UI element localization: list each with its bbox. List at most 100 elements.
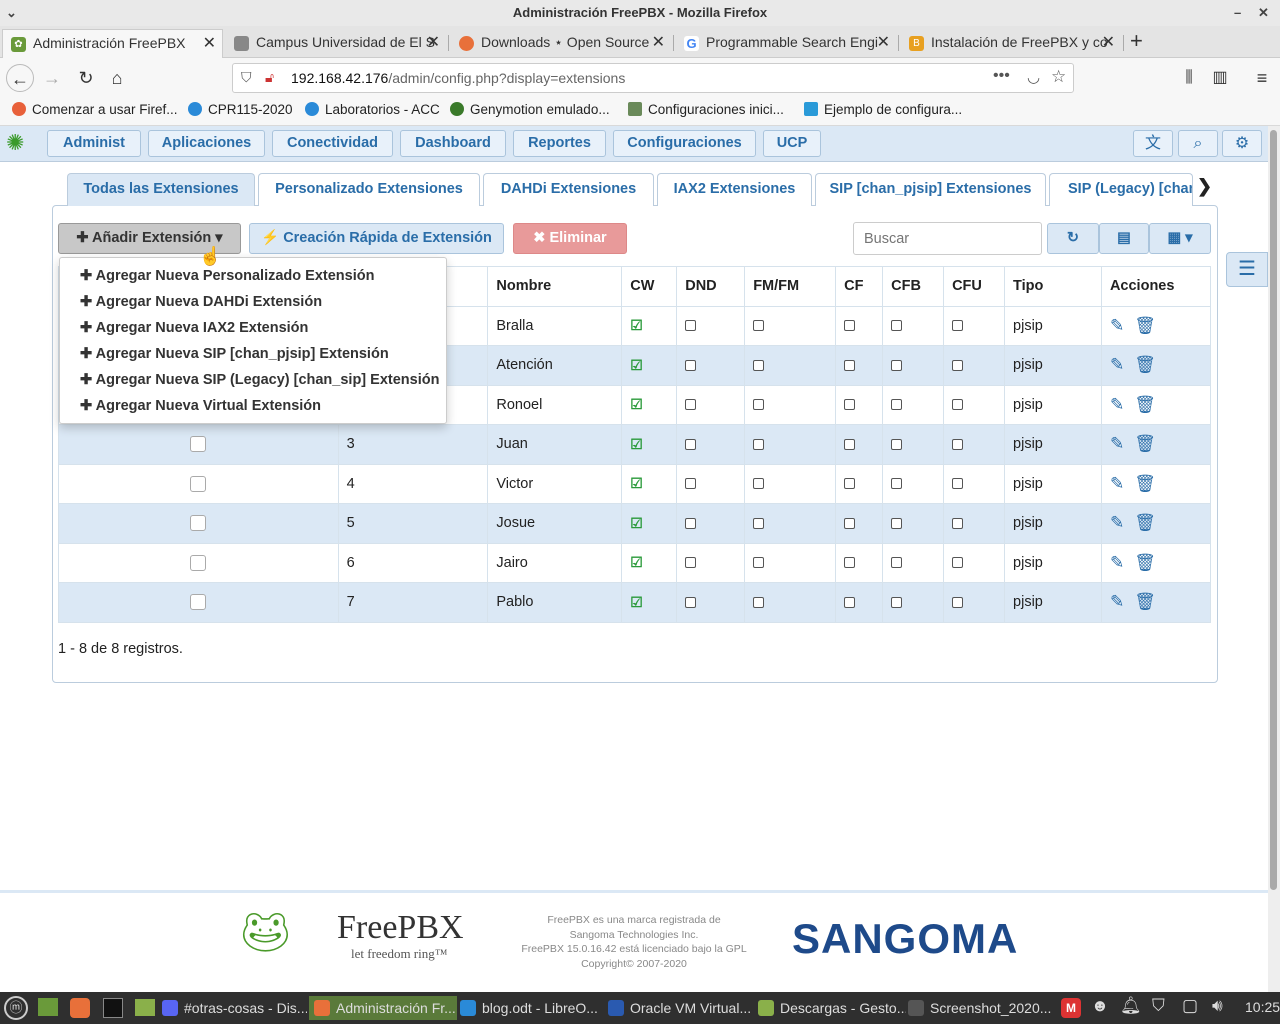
taskbar-screenshot[interactable]: Screenshot_2020... — [908, 996, 1053, 1020]
freepbx-logo-icon[interactable]: ✺ — [6, 130, 24, 156]
close-tab-icon[interactable]: ✕ — [1102, 29, 1115, 56]
menu-reportes[interactable]: Reportes — [513, 130, 606, 157]
reload-icon[interactable]: ↻ — [72, 64, 100, 92]
cfu-checkbox[interactable] — [952, 359, 964, 371]
edit-icon[interactable]: ✎ — [1110, 395, 1124, 414]
dnd-checkbox[interactable] — [685, 438, 697, 450]
taskbar-firefox[interactable]: Administración Fr... — [309, 996, 457, 1020]
cf-checkbox[interactable] — [844, 399, 856, 411]
refresh-icon[interactable]: ↻ — [1047, 223, 1099, 254]
row-select-checkbox[interactable] — [190, 436, 207, 453]
checked-icon[interactable]: ☑ — [630, 554, 643, 570]
window-menu-icon[interactable]: ⌄ — [6, 0, 17, 26]
library-icon[interactable]: ⫼ — [1175, 64, 1203, 92]
fmfm-checkbox[interactable] — [753, 596, 765, 608]
bookmark-laboratorios[interactable]: Laboratorios - ACC — [305, 102, 440, 117]
scrollbar-thumb[interactable] — [1270, 130, 1277, 890]
cfb-checkbox[interactable] — [891, 359, 903, 371]
dropdown-item-dahdi[interactable]: ✚ Agregar Nueva DAHDi Extensión — [80, 294, 322, 310]
edit-icon[interactable]: ✎ — [1110, 434, 1124, 453]
cf-checkbox[interactable] — [844, 359, 856, 371]
col-cfu[interactable]: CFU — [943, 266, 1006, 307]
delete-button[interactable]: ✖ Eliminar — [513, 223, 627, 254]
trash-icon[interactable]: 🗑︎ — [1134, 395, 1156, 414]
home-icon[interactable]: ⌂ — [103, 64, 131, 92]
tab-downloads[interactable]: Downloads ⋆ Open Source ✕ — [451, 29, 671, 58]
language-icon[interactable]: 文 — [1133, 130, 1173, 157]
tabs-scroll-right-icon[interactable]: ❯ — [1197, 176, 1212, 197]
firefox-launcher-icon[interactable] — [70, 998, 90, 1018]
notification-bell-icon[interactable]: 🔔︎ — [1120, 996, 1142, 1016]
checked-icon[interactable]: ☑ — [630, 594, 643, 610]
trash-icon[interactable]: 🗑︎ — [1134, 592, 1156, 611]
trash-icon[interactable]: 🗑︎ — [1134, 553, 1156, 572]
cfb-checkbox[interactable] — [891, 596, 903, 608]
trash-icon[interactable]: 🗑︎ — [1134, 513, 1156, 532]
files-icon[interactable] — [135, 999, 155, 1016]
bookmark-firefox[interactable]: Comenzar a usar Firef... — [12, 102, 178, 117]
volume-icon[interactable]: 🔊︎ — [1212, 996, 1223, 1016]
edit-icon[interactable]: ✎ — [1110, 474, 1124, 493]
edit-icon[interactable]: ✎ — [1110, 316, 1124, 335]
edit-icon[interactable]: ✎ — [1110, 513, 1124, 532]
bookmark-ejemplo[interactable]: Ejemplo de configura... — [804, 102, 962, 117]
start-menu-icon[interactable]: ⓜ — [4, 996, 28, 1020]
checked-icon[interactable]: ☑ — [630, 515, 643, 531]
cf-checkbox[interactable] — [844, 438, 856, 450]
side-list-icon[interactable]: ☰ — [1226, 252, 1268, 287]
dnd-checkbox[interactable] — [685, 478, 697, 490]
discord-tray-icon[interactable]: ☻ — [1091, 996, 1109, 1016]
menu-configuraciones[interactable]: Configuraciones — [613, 130, 756, 157]
insecure-lock-icon[interactable]: 🔓︎ — [265, 69, 274, 86]
cfu-checkbox[interactable] — [952, 399, 964, 411]
dropdown-item-legacy-sip[interactable]: ✚ Agregar Nueva SIP (Legacy) [chan_sip] … — [80, 372, 439, 388]
tab-blogger[interactable]: B Instalación de FreePBX y co ✕ — [901, 29, 1121, 58]
cfb-checkbox[interactable] — [891, 517, 903, 529]
settings-gear-icon[interactable]: ⚙ — [1222, 130, 1262, 157]
checked-icon[interactable]: ☑ — [630, 317, 643, 333]
cf-checkbox[interactable] — [844, 596, 856, 608]
fmfm-checkbox[interactable] — [753, 399, 765, 411]
checked-icon[interactable]: ☑ — [630, 396, 643, 412]
checked-icon[interactable]: ☑ — [630, 475, 643, 491]
menu-administ[interactable]: Administ — [47, 130, 141, 157]
checked-icon[interactable]: ☑ — [630, 436, 643, 452]
checked-icon[interactable]: ☑ — [630, 357, 643, 373]
col-tipo[interactable]: Tipo — [1004, 266, 1102, 307]
quick-create-button[interactable]: ⚡ Creación Rápida de Extensión — [249, 223, 504, 254]
bookmark-genymotion[interactable]: Genymotion emulado... — [450, 102, 610, 117]
forward-icon[interactable]: → — [38, 64, 66, 92]
close-window-icon[interactable]: ✕ — [1258, 0, 1269, 26]
fmfm-checkbox[interactable] — [753, 438, 765, 450]
dropdown-item-custom[interactable]: ✚ Agregar Nueva Personalizado Extensión — [80, 268, 374, 284]
search-icon[interactable]: ⌕ — [1178, 130, 1218, 157]
cf-checkbox[interactable] — [844, 557, 856, 569]
terminal-icon[interactable] — [103, 998, 123, 1018]
page-scrollbar[interactable] — [1268, 126, 1280, 992]
row-select-checkbox[interactable] — [190, 515, 207, 532]
tab-google[interactable]: G Programmable Search Engi ✕ — [676, 29, 896, 58]
dropdown-item-pjsip[interactable]: ✚ Agregar Nueva SIP [chan_pjsip] Extensi… — [80, 346, 389, 362]
bookmark-star-icon[interactable]: ☆ — [1051, 67, 1066, 87]
edit-icon[interactable]: ✎ — [1110, 592, 1124, 611]
cfu-checkbox[interactable] — [952, 596, 964, 608]
close-tab-icon[interactable]: ✕ — [427, 29, 440, 56]
tab-pjsip-extensions[interactable]: SIP [chan_pjsip] Extensiones — [815, 173, 1046, 206]
trash-icon[interactable]: 🗑︎ — [1134, 316, 1156, 335]
columns-grid-icon[interactable]: ▦ ▾ — [1149, 223, 1211, 254]
row-select-checkbox[interactable] — [190, 554, 207, 571]
dnd-checkbox[interactable] — [685, 517, 697, 529]
cfb-checkbox[interactable] — [891, 399, 903, 411]
dropdown-item-iax2[interactable]: ✚ Agregar Nueva IAX2 Extensión — [80, 320, 308, 336]
search-input[interactable] — [853, 222, 1042, 255]
trash-icon[interactable]: 🗑︎ — [1134, 474, 1156, 493]
cf-checkbox[interactable] — [844, 320, 856, 332]
tab-freepbx[interactable]: ✿ Administración FreePBX ✕ — [2, 29, 223, 58]
menu-ucp[interactable]: UCP — [763, 130, 821, 157]
edit-icon[interactable]: ✎ — [1110, 553, 1124, 572]
url-text[interactable]: 192.168.42.176/admin/config.php?display=… — [291, 70, 625, 86]
fmfm-checkbox[interactable] — [753, 517, 765, 529]
row-select-checkbox[interactable] — [190, 475, 207, 492]
cf-checkbox[interactable] — [844, 478, 856, 490]
cfu-checkbox[interactable] — [952, 517, 964, 529]
